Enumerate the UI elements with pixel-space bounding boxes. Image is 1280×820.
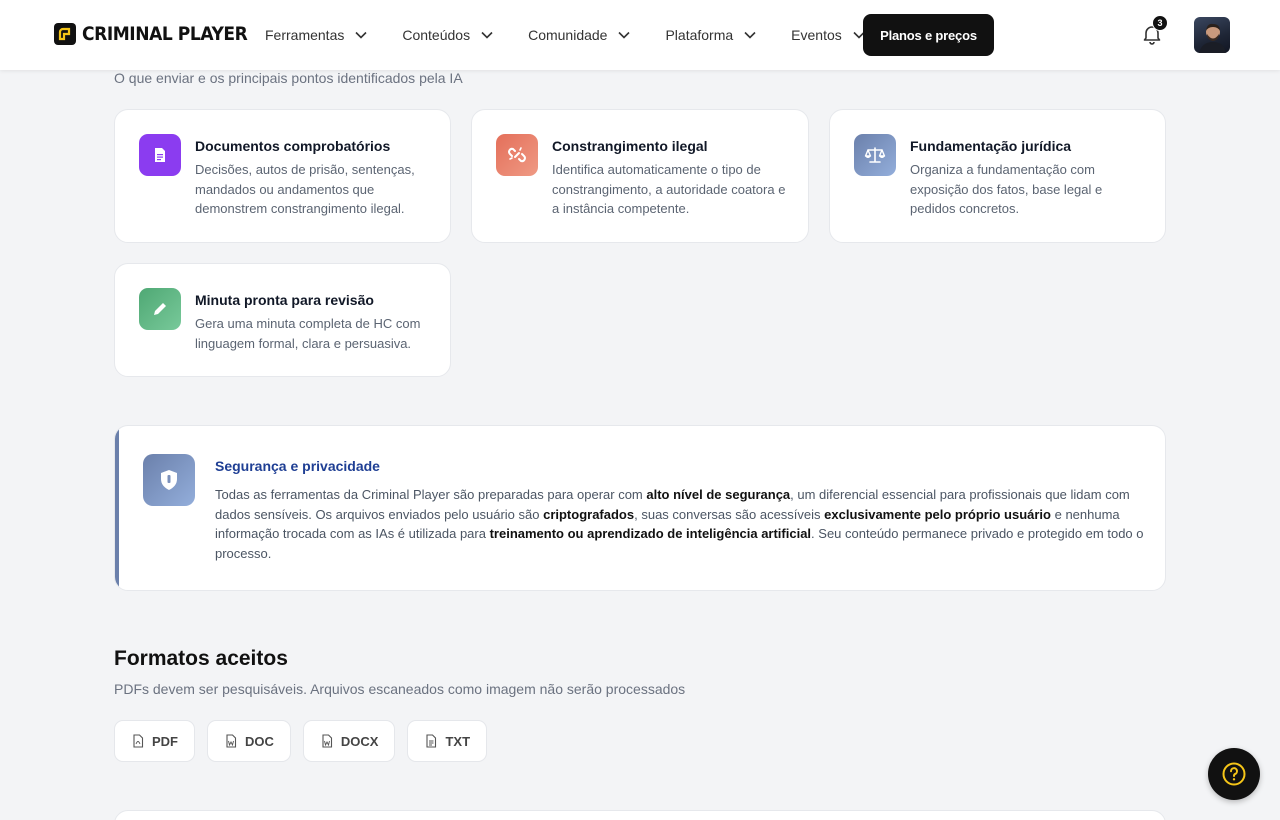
nav-item-comunidade[interactable]: Comunidade: [528, 27, 631, 43]
security-text-emphasis: criptografados: [543, 506, 635, 522]
security-title: Segurança e privacidade: [215, 458, 380, 474]
card-title: Documentos comprobatórios: [195, 138, 391, 154]
card-description: Decisões, autos de prisão, sentenças, ma…: [195, 162, 415, 216]
plans-pricing-button[interactable]: Planos e preços: [863, 14, 994, 56]
logo-text: CRIMINAL PLAYER: [82, 23, 248, 45]
nav-item-label: Ferramentas: [265, 27, 345, 43]
format-chip-docx: DOCX: [302, 720, 396, 762]
card-description: Identifica automaticamente o tipo de con…: [552, 162, 786, 216]
word-file-icon: [322, 734, 332, 748]
card-constrangimento: Constrangimento ilegal Identifica automa…: [471, 109, 809, 243]
chevron-down-icon: [355, 31, 367, 39]
help-button[interactable]: [1208, 748, 1260, 800]
nav-item-label: Comunidade: [528, 27, 608, 43]
scales-icon: [854, 134, 896, 176]
card-documentos: Documentos comprobatórios Decisões, auto…: [114, 109, 451, 243]
format-label: PDF: [152, 733, 178, 749]
security-text: Todas as ferramentas da Criminal Player …: [215, 485, 1145, 563]
section-subtitle: O que enviar e os principais pontos iden…: [114, 70, 463, 86]
format-chip-doc: DOC: [207, 720, 291, 762]
next-section-card: [114, 810, 1166, 820]
document-icon: [139, 134, 181, 176]
text-file-icon: [426, 734, 437, 748]
card-title: Constrangimento ilegal: [552, 138, 708, 154]
format-chip-txt: TXT: [407, 720, 488, 762]
formats-subtitle: PDFs devem ser pesquisáveis. Arquivos es…: [114, 681, 686, 697]
pencil-icon: [139, 288, 181, 330]
security-text-emphasis: exclusivamente pelo próprio usuário: [824, 506, 1051, 522]
word-file-icon: [226, 734, 237, 748]
format-label: DOC: [245, 733, 274, 749]
security-text-emphasis: alto nível de segurança: [646, 487, 791, 502]
nav-item-plataforma[interactable]: Plataforma: [665, 27, 757, 43]
format-label: DOCX: [340, 733, 379, 749]
nav-item-eventos[interactable]: Eventos: [791, 27, 866, 43]
notification-badge: 3: [1152, 15, 1168, 31]
chevron-down-icon: [481, 31, 493, 39]
security-text-emphasis: treinamento ou aprendizado de inteligênc…: [489, 526, 812, 541]
formats-title: Formatos aceitos: [114, 647, 288, 670]
user-avatar[interactable]: [1194, 17, 1230, 53]
shield-icon: [143, 454, 195, 506]
security-text-part: , suas conversas são acessíveis: [634, 506, 825, 522]
security-privacy-panel: Segurança e privacidade Todas as ferrame…: [114, 425, 1166, 591]
card-description: Organiza a fundamentação com exposição d…: [910, 162, 1103, 216]
format-chip-pdf: PDF: [114, 720, 195, 762]
security-text-part: Todas as ferramentas da Criminal Player …: [215, 487, 647, 502]
card-description: Gera uma minuta completa de HC com lingu…: [195, 316, 421, 351]
format-label: TXT: [445, 733, 471, 749]
top-header: CRIMINAL PLAYER Ferramentas Conteúdos Co…: [0, 0, 1280, 70]
nav-item-ferramentas[interactable]: Ferramentas: [265, 27, 368, 43]
card-title: Minuta pronta para revisão: [195, 292, 374, 308]
nav-item-label: Plataforma: [665, 27, 734, 43]
pdf-file-icon: [133, 734, 144, 748]
accent-bar: [115, 426, 119, 590]
broken-link-icon: [496, 134, 538, 176]
card-title: Fundamentação jurídica: [910, 138, 1072, 154]
format-chips: PDF DOC DOCX TXT: [114, 720, 488, 762]
nav-item-label: Conteúdos: [402, 27, 471, 43]
logo[interactable]: CRIMINAL PLAYER: [54, 23, 266, 45]
card-minuta: Minuta pronta para revisão Gera uma minu…: [114, 263, 451, 377]
chevron-down-icon: [744, 31, 756, 39]
nav-item-label: Eventos: [791, 27, 842, 43]
chevron-down-icon: [618, 31, 631, 39]
card-fundamentacao: Fundamentação jurídica Organiza a fundam…: [829, 109, 1166, 243]
help-question-icon: [1222, 762, 1246, 786]
nav-item-conteudos[interactable]: Conteúdos: [402, 27, 494, 43]
main-nav: Ferramentas Conteúdos Comunidade Platafo…: [265, 0, 900, 70]
logo-mark-icon: [54, 23, 76, 45]
